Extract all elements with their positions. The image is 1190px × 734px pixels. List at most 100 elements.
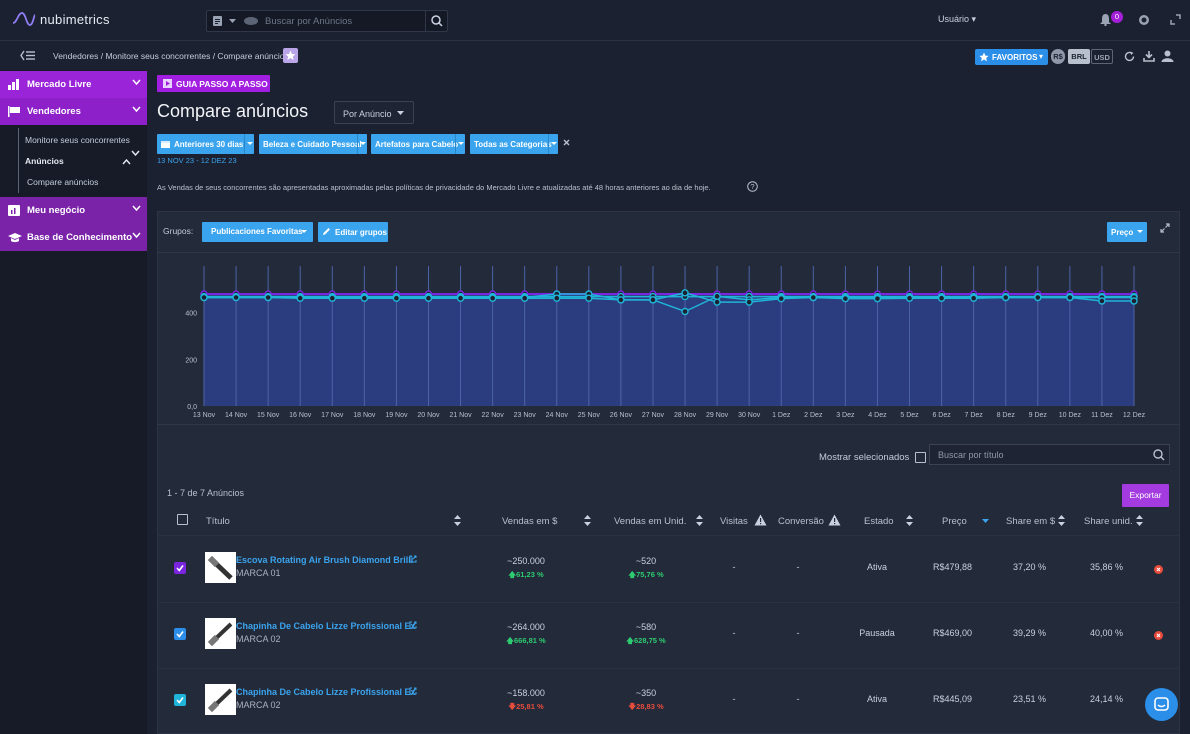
sort-icon[interactable]	[1058, 515, 1065, 526]
external-link-icon[interactable]	[409, 621, 417, 629]
select-all-checkbox[interactable]	[177, 514, 188, 525]
search-icon[interactable]	[1153, 449, 1165, 461]
header-share-r[interactable]: Share em $	[1006, 516, 1055, 527]
sort-icon[interactable]	[906, 515, 913, 526]
guide-button[interactable]: GUIA PASSO A PASSO	[157, 75, 270, 92]
sidebar-item-mercado-livre[interactable]: Mercado Livre	[0, 71, 147, 98]
product-title-link[interactable]: Chapinha De Cabelo Lizze Profissional Ex	[236, 687, 416, 697]
header-preco[interactable]: Preço	[942, 516, 967, 527]
price-line-chart: 0,0 200 400 13 Nov 14 Nov 15 Nov 16 Nov 17 Nov 1…	[185, 266, 1146, 419]
warning-icon[interactable]	[754, 514, 767, 526]
product-title-link[interactable]: Chapinha De Cabelo Lizze Profissional Ex	[236, 621, 416, 631]
product-thumbnail[interactable]	[205, 552, 236, 583]
row-checkbox[interactable]	[174, 562, 186, 574]
search-button[interactable]	[425, 11, 447, 31]
product-thumbnail[interactable]	[205, 618, 236, 649]
data-point	[1034, 293, 1042, 302]
product-title-link[interactable]: Escova Rotating Air Brush Diamond Brilli	[236, 555, 413, 565]
favorites-button[interactable]: FAVORITOS ▾	[975, 49, 1048, 65]
filter-dropdown[interactable]	[244, 134, 254, 154]
document-icon[interactable]	[212, 15, 223, 27]
collapse-menu-icon[interactable]	[20, 50, 36, 61]
header-vendas-u[interactable]: Vendas em Unid.	[614, 516, 686, 527]
chevron-up-icon[interactable]	[122, 159, 131, 165]
expand-icon[interactable]	[1170, 14, 1181, 25]
product-thumbnail[interactable]	[205, 684, 236, 715]
header-estado[interactable]: Estado	[864, 516, 894, 527]
sidebar-sub-anuncios[interactable]: Anúncios	[25, 156, 64, 166]
refresh-icon[interactable]	[1124, 51, 1135, 62]
data-point	[296, 294, 304, 302]
header-share-u[interactable]: Share unid.	[1084, 516, 1133, 527]
filter-all-categories[interactable]: Todas as Categorias	[470, 134, 558, 154]
sort-icon[interactable]	[1136, 515, 1143, 526]
sort-icon[interactable]	[696, 515, 703, 526]
star-icon	[979, 52, 989, 62]
fullscreen-icon[interactable]	[1160, 223, 1170, 233]
sidebar-sub-monitor[interactable]: Monitore seus concorrentes	[25, 135, 130, 145]
currency-rs-chip[interactable]: R$	[1051, 49, 1065, 64]
global-search[interactable]: Buscar por Anúncios	[206, 10, 448, 32]
trend-down-icon: 🡇	[628, 702, 637, 711]
sidebar-item-base-conhecimento[interactable]: Base de Conhecimento	[0, 224, 147, 251]
filter-label: Todas as Categorias	[474, 140, 552, 149]
help-icon[interactable]: ?	[747, 181, 758, 192]
x-tick-label: 25 Nov	[578, 412, 601, 419]
chevron-down-icon	[301, 230, 307, 233]
favorite-page-button[interactable]	[283, 48, 298, 63]
series-area	[204, 294, 1134, 406]
sort-icon[interactable]	[584, 515, 591, 526]
filter-dropdown[interactable]	[548, 134, 558, 154]
external-link-icon[interactable]	[409, 687, 417, 695]
download-icon[interactable]	[1143, 50, 1155, 62]
y-tick-label: 200	[185, 357, 197, 364]
metric-select[interactable]: Preço	[1107, 222, 1147, 242]
filter-subcategory[interactable]: Artefatos para Cabelo	[371, 134, 465, 154]
title-search[interactable]: Buscar por título	[929, 444, 1170, 465]
filter-period[interactable]: Anteriores 30 dias	[157, 134, 254, 154]
sidebar-item-vendedores[interactable]: Vendedores	[0, 98, 147, 125]
data-point	[873, 294, 882, 303]
export-button[interactable]: Exportar	[1122, 484, 1169, 507]
remove-row-icon[interactable]	[1154, 631, 1163, 640]
x-tick-label: 17 Nov	[321, 412, 344, 419]
edit-groups-button[interactable]: Editar grupos	[318, 222, 388, 242]
sidebar-sub-compare[interactable]: Compare anúncios	[27, 177, 98, 187]
currency-usd-toggle[interactable]: USD	[1091, 49, 1113, 64]
search-input[interactable]: Buscar por Anúncios	[265, 16, 352, 27]
estado-value: Ativa	[866, 694, 887, 704]
brightness-icon[interactable]	[1137, 13, 1151, 27]
chevron-down-icon[interactable]	[131, 150, 140, 156]
sidebar-item-meu-negocio[interactable]: Meu negócio	[0, 197, 147, 224]
trend-down-icon: 🡇	[508, 702, 517, 711]
filter-dropdown[interactable]	[357, 134, 367, 154]
view-select[interactable]: Por Anúncio	[334, 101, 414, 124]
row-checkbox[interactable]	[174, 694, 186, 706]
header-vendas-r[interactable]: Vendas em $	[502, 516, 557, 527]
user-icon[interactable]	[1161, 50, 1174, 62]
chat-button[interactable]	[1145, 688, 1178, 721]
filter-dropdown[interactable]	[455, 134, 465, 154]
data-point	[392, 294, 401, 302]
external-link-icon[interactable]	[409, 555, 417, 563]
sort-icon[interactable]	[454, 515, 461, 526]
row-checkbox[interactable]	[174, 628, 186, 640]
flag-icon	[8, 106, 20, 117]
remove-row-icon[interactable]	[1154, 565, 1163, 574]
currency-brl-toggle[interactable]: BRL	[1068, 49, 1090, 64]
bell-icon[interactable]	[1099, 13, 1112, 26]
header-title[interactable]: Título	[206, 516, 230, 527]
filter-category[interactable]: Beleza e Cuidado Pessoal	[259, 134, 367, 154]
sort-desc-icon[interactable]	[982, 519, 989, 524]
warning-icon[interactable]	[828, 514, 841, 526]
title-search-input[interactable]: Buscar por título	[938, 450, 1004, 460]
user-menu[interactable]: Usuário ▾	[938, 14, 976, 25]
row-divider	[157, 602, 1180, 603]
group-select[interactable]: Publicaciones Favoritas	[202, 222, 313, 242]
show-selected-checkbox[interactable]	[915, 452, 926, 463]
breadcrumb[interactable]: Vendedores / Monitore seus concorrentes …	[53, 51, 289, 61]
header-visitas[interactable]: Visitas	[720, 516, 748, 527]
header-conversao[interactable]: Conversão	[778, 516, 824, 527]
chevron-down-icon[interactable]	[229, 19, 236, 24]
clear-filters-icon[interactable]	[563, 139, 570, 146]
